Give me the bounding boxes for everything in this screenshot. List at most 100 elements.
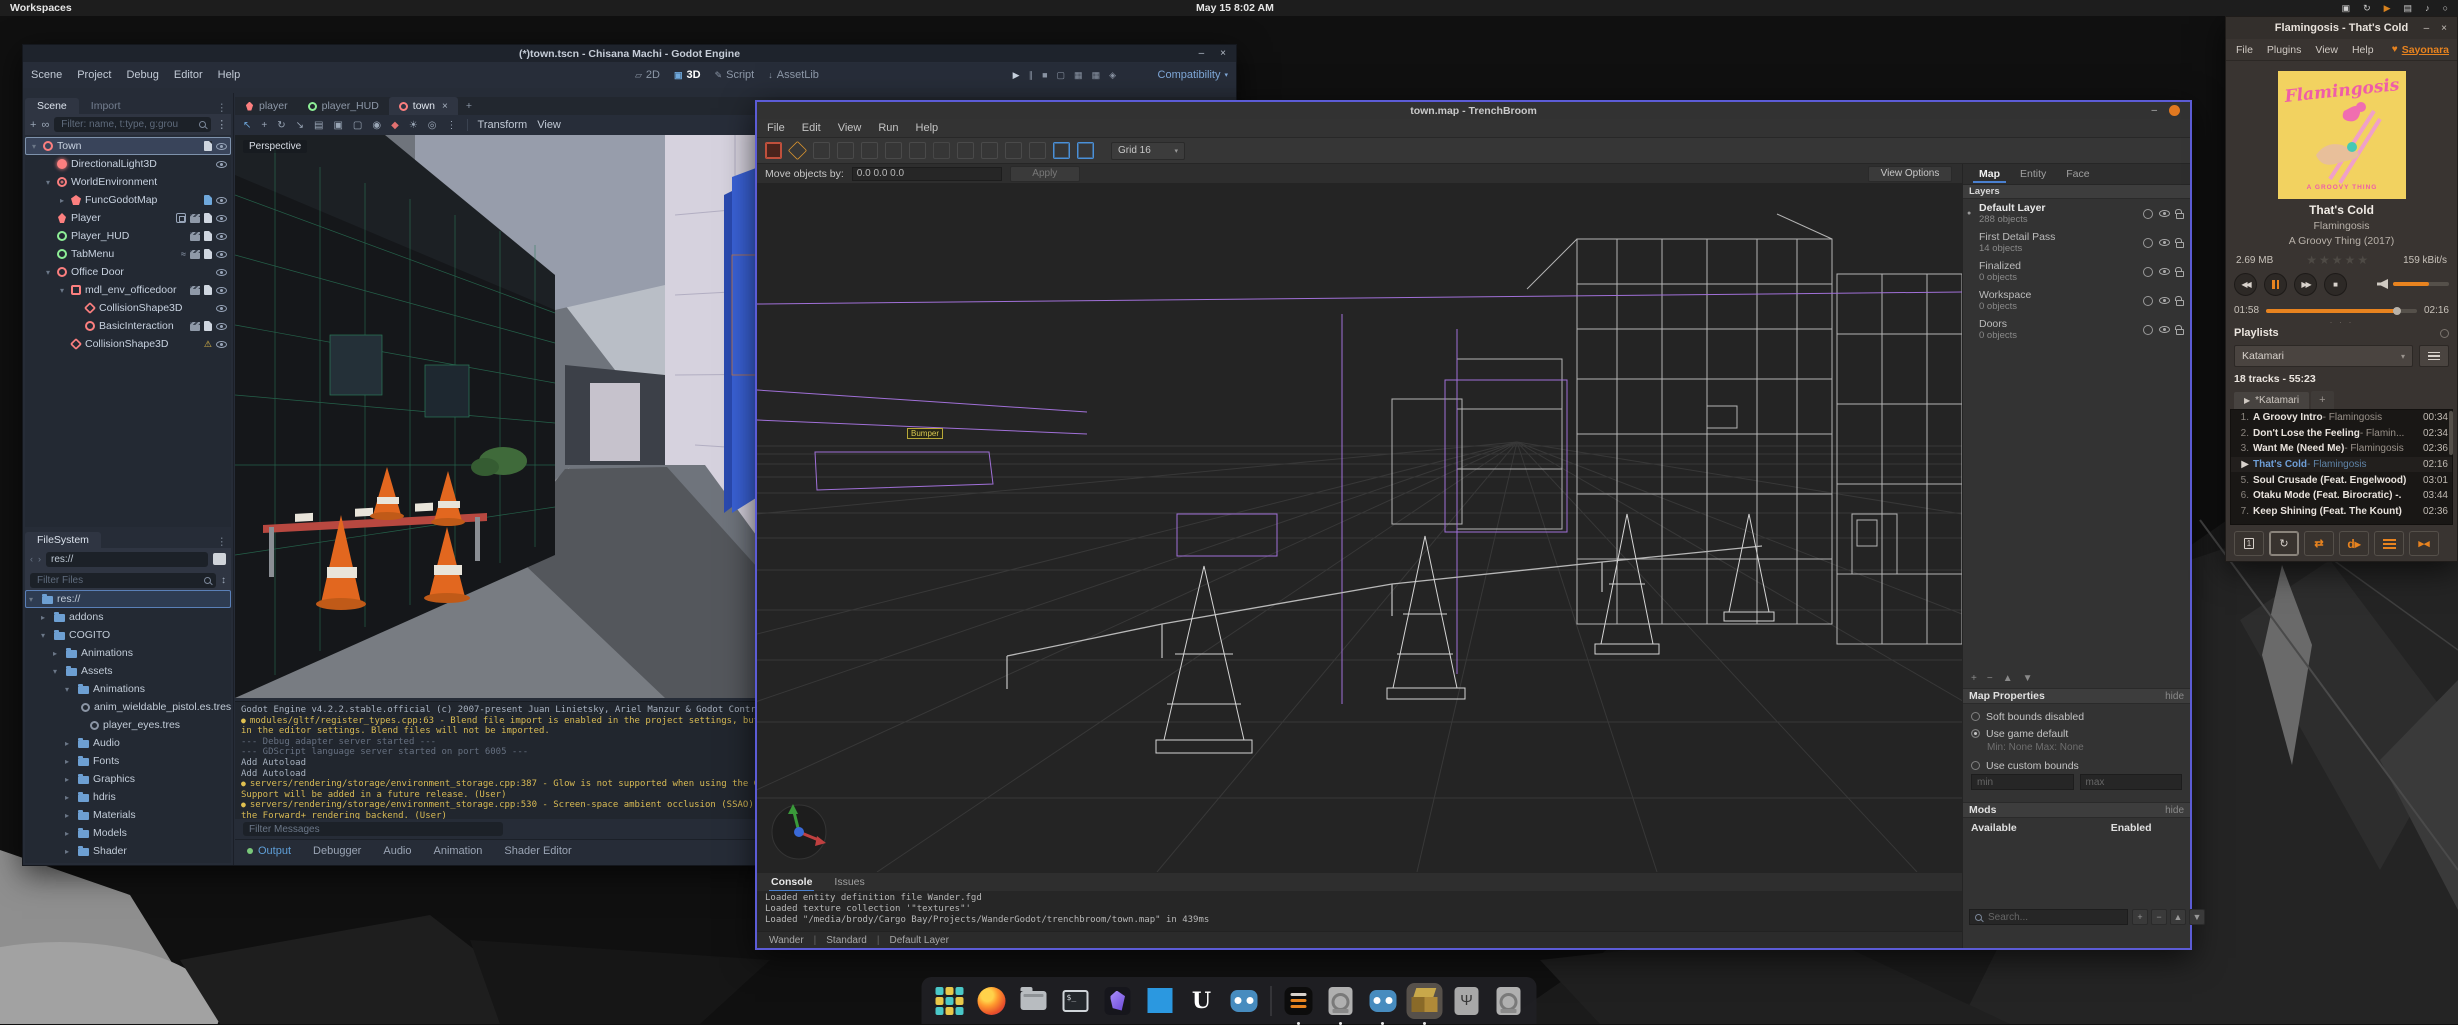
dock-item-file-manager[interactable] (1016, 983, 1052, 1019)
script-icon[interactable] (204, 195, 212, 205)
console-tab-issues[interactable]: Issues (832, 874, 866, 890)
scene-tab-player_HUD[interactable]: player_HUD (298, 97, 389, 115)
eye-icon[interactable] (216, 161, 227, 168)
eye-icon[interactable] (216, 215, 227, 222)
bounds-max-input[interactable] (2080, 774, 2183, 790)
menu-transform[interactable]: Transform (478, 119, 528, 131)
expand-icon[interactable]: ▸ (57, 196, 67, 205)
lock-icon[interactable] (2176, 300, 2184, 306)
expand-icon[interactable]: ▸ (65, 757, 74, 766)
window-switcher-icon[interactable]: ▣ (2342, 4, 2351, 13)
layer-row[interactable]: First Detail Pass14 objects (1963, 228, 2190, 257)
lock-icon[interactable] (2176, 242, 2184, 248)
refresh-icon[interactable] (2440, 329, 2449, 338)
vertex-tool-icon[interactable] (837, 142, 854, 159)
layer-control-button[interactable]: ▲ (2003, 673, 2013, 684)
filesystem-row[interactable]: ▸ addons (25, 608, 231, 626)
minimize-icon[interactable]: – (2424, 23, 2430, 34)
expand-icon[interactable]: ▾ (29, 142, 39, 151)
script-icon[interactable] (204, 141, 212, 151)
minimize-icon[interactable]: – (1199, 48, 1205, 59)
tab-entity[interactable]: Entity (2012, 165, 2054, 183)
apply-button[interactable]: Apply (1010, 166, 1080, 182)
expand-icon[interactable]: ▸ (65, 775, 74, 784)
eye-icon[interactable] (2159, 239, 2170, 246)
eye-icon[interactable] (216, 143, 227, 150)
renderer-select[interactable]: Compatibility ▾ (1158, 69, 1228, 81)
minimize-icon[interactable]: – (2151, 105, 2157, 116)
menu-help[interactable]: Help (2352, 44, 2374, 56)
scale-tool-icon[interactable] (933, 142, 950, 159)
filesystem-row[interactable]: ▸ Fonts (25, 752, 231, 770)
track-row[interactable]: 2. Don't Lose the Feeling - Flamin... 02… (2231, 426, 2452, 442)
clip-tool-icon[interactable] (813, 142, 830, 159)
sort-icon[interactable]: ↕ (221, 575, 226, 586)
menu-scene[interactable]: Scene (31, 69, 62, 81)
playlist-tab[interactable]: ▶ *Katamari (2234, 392, 2309, 409)
filesystem-row[interactable]: ▸ Textures (25, 860, 231, 863)
workspace-3d[interactable]: ▣3D (674, 69, 701, 81)
eye-icon[interactable] (2159, 268, 2170, 275)
dock-item-media-device[interactable] (1323, 983, 1359, 1019)
eye-icon[interactable] (216, 287, 227, 294)
lock-icon[interactable] (2176, 213, 2184, 219)
dock-item-sayonara-player[interactable] (1281, 983, 1317, 1019)
omit-from-export-icon[interactable] (2143, 296, 2153, 306)
menu-view[interactable]: View (2315, 44, 2338, 56)
lock-tool-icon[interactable]: ▣ (333, 120, 342, 131)
menu-help[interactable]: Help (916, 122, 939, 134)
scene-tree-row[interactable]: ▾ mdl_env_officedoor (25, 281, 231, 299)
scene-tree-row[interactable]: Player_HUD (25, 227, 231, 245)
layer-control-button[interactable]: + (1971, 673, 1977, 684)
scene-tree-row[interactable]: ▾ Town (25, 137, 231, 155)
nav-back-icon[interactable]: ‹ (30, 554, 33, 564)
mods-button[interactable]: ▲ (2170, 909, 2186, 925)
close-icon[interactable]: × (442, 101, 448, 112)
media-play-icon[interactable]: ▶ (2384, 4, 2391, 13)
warning-icon[interactable]: ⚠ (204, 340, 212, 349)
scene-tree-row[interactable]: Player (25, 209, 231, 227)
filesystem-row[interactable]: ▸ Models (25, 824, 231, 842)
seek-slider[interactable] (2266, 309, 2417, 313)
star-icon[interactable]: ★ (2306, 253, 2319, 267)
toggle-split-icon[interactable] (213, 553, 226, 565)
scene-tree-row[interactable]: ▾ Office Door (25, 263, 231, 281)
dock-item-trenchbroom[interactable] (1407, 983, 1443, 1019)
layer-row[interactable]: Finalized0 objects (1963, 257, 2190, 286)
bottom-tab-debugger[interactable]: Debugger (313, 845, 361, 857)
previous-button[interactable]: ◀◀ (2234, 273, 2257, 296)
play-icon[interactable]: ▶ (1013, 70, 1020, 81)
add-playlist-tab[interactable]: + (2311, 391, 2333, 409)
filesystem-row[interactable]: ▸ Animations (25, 644, 231, 662)
use-custom-bounds-radio[interactable]: Use custom bounds (1971, 757, 2184, 774)
hide-link[interactable]: hide (2165, 691, 2184, 702)
joypad-icon[interactable]: ◈ (1109, 70, 1116, 81)
dynamic-playback-button[interactable]: d▸ (2339, 531, 2369, 556)
move-tool-icon[interactable]: + (261, 120, 267, 131)
filesystem-row[interactable]: anim_wieldable_pistol.es.tres (25, 698, 231, 716)
menu-plugins[interactable]: Plugins (2267, 44, 2301, 56)
dock-item-media-device-2[interactable] (1491, 983, 1527, 1019)
scene-tree-row[interactable]: TabMenu ≈ (25, 245, 231, 263)
signal-icon[interactable]: ≈ (181, 250, 186, 259)
volume-slider[interactable] (2393, 282, 2449, 286)
menu-help[interactable]: Help (218, 69, 241, 81)
now-playing-album[interactable]: A Groovy Thing (2017) (2226, 235, 2457, 247)
script-icon[interactable] (204, 285, 212, 295)
input-method-icon[interactable]: ▤ (2404, 4, 2413, 13)
list-select-tool-icon[interactable]: ▤ (314, 120, 323, 131)
texture-lock-tool-icon[interactable] (1053, 142, 1070, 159)
remote-debug-icon[interactable]: ▢ (1057, 70, 1066, 81)
scene-tree-row[interactable]: DirectionalLight3D (25, 155, 231, 173)
close-icon[interactable]: × (1220, 48, 1226, 59)
tab-filesystem[interactable]: FileSystem (25, 532, 101, 548)
scale-tool-icon[interactable]: ↘ (296, 120, 304, 131)
menu-run[interactable]: Run (878, 122, 898, 134)
eye-icon[interactable] (2159, 210, 2170, 217)
dock-item-godot-running[interactable] (1365, 983, 1401, 1019)
expand-icon[interactable]: ▾ (57, 286, 67, 295)
csg-subtract-tool-icon[interactable] (1005, 142, 1022, 159)
bottom-tab-shader-editor[interactable]: Shader Editor (504, 845, 571, 857)
scene-tree-row[interactable]: ▾ WorldEnvironment (25, 173, 231, 191)
move-objects-tool-icon[interactable] (765, 142, 782, 159)
